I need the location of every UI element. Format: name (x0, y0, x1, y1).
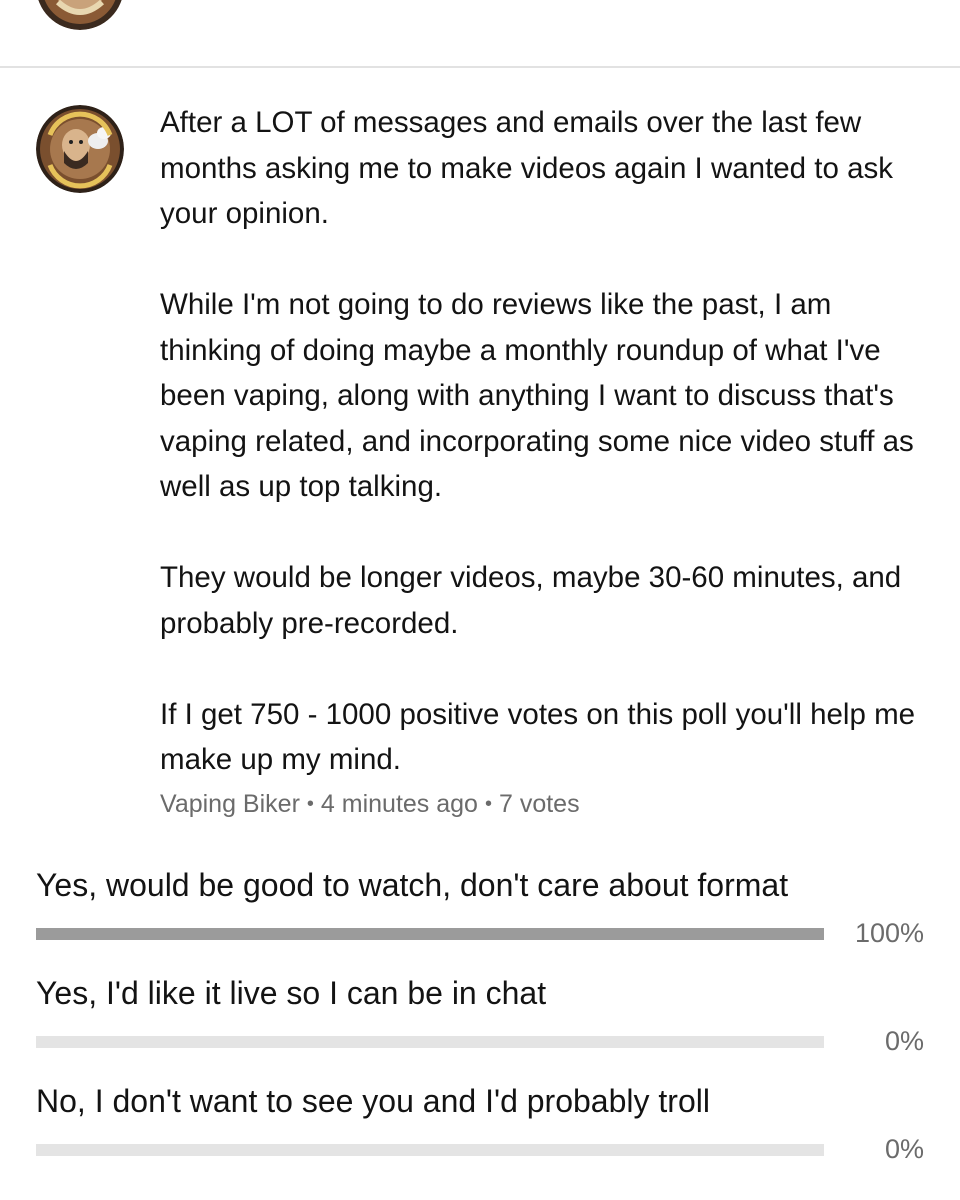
poll-option-label: No, I don't want to see you and I'd prob… (36, 1083, 710, 1119)
author-avatar[interactable] (36, 105, 124, 193)
post-paragraph: They would be longer videos, maybe 30-60… (160, 561, 902, 640)
poll: Yes, would be good to watch, don't care … (36, 862, 936, 1186)
poll-result-bar (36, 1036, 824, 1048)
poll-option[interactable]: No, I don't want to see you and I'd prob… (36, 1078, 936, 1186)
post-body: After a LOT of messages and emails over … (160, 100, 930, 783)
vaping-biker-logo-icon (36, 105, 124, 193)
vaping-biker-logo-icon (38, 0, 122, 30)
previous-post (0, 0, 960, 68)
poll-result-bar (36, 1144, 824, 1156)
previous-post-avatar[interactable] (36, 0, 124, 30)
vote-count: 7 votes (498, 790, 580, 818)
poll-option-percent: 0% (884, 1134, 924, 1164)
author-name[interactable]: Vaping Biker (160, 790, 300, 818)
poll-option-percent: 0% (884, 1026, 924, 1056)
post-meta: Vaping Biker • 4 minutes ago • 7 votes (160, 790, 580, 819)
post-paragraph: After a LOT of messages and emails over … (160, 106, 893, 230)
poll-option-label: Yes, would be good to watch, don't care … (36, 867, 789, 903)
poll-result-fill (36, 928, 824, 940)
poll-result-bar (36, 928, 824, 940)
separator-dot: • (484, 793, 492, 815)
poll-option[interactable]: Yes, I'd like it live so I can be in cha… (36, 970, 936, 1078)
poll-option[interactable]: Yes, would be good to watch, don't care … (36, 862, 936, 970)
post-paragraph: If I get 750 - 1000 positive votes on th… (160, 697, 916, 777)
separator-dot: • (306, 793, 314, 815)
post-paragraph: While I'm not going to do reviews like t… (160, 288, 914, 503)
poll-option-percent: 100% (854, 918, 924, 948)
poll-option-label: Yes, I'd like it live so I can be in cha… (36, 975, 547, 1011)
post-time: 4 minutes ago (320, 790, 478, 818)
